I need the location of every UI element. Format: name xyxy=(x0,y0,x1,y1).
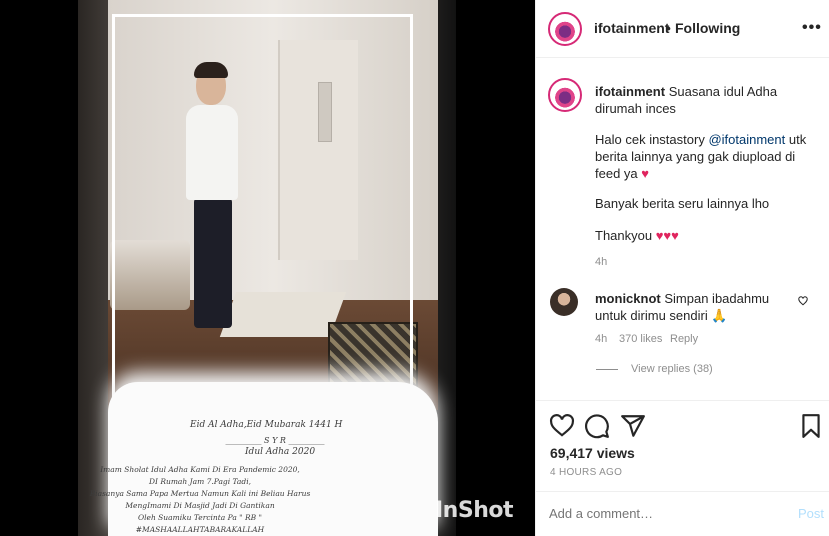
card-message-line: Imam Sholat Idul Adha Kami Di Era Pandem… xyxy=(100,465,300,474)
post-media[interactable]: Eid Al Adha,Eid Mubarak 1441 H _________… xyxy=(0,0,535,536)
card-message-line: Biasanya Sama Papa Mertua Namun Kali ini… xyxy=(89,489,311,498)
comment-username[interactable]: monicknot xyxy=(595,291,661,306)
pray-emoji-icon: 🙏 xyxy=(711,308,728,323)
heart-emoji-icon: ♥♥♥ xyxy=(655,228,679,243)
card-message-line: Oleh Suamiku Tercinta Pa " RB " xyxy=(137,513,263,522)
action-bar: 69,417 views 4 HOURS AGO Post xyxy=(536,400,829,536)
inshot-watermark: InShot xyxy=(435,498,514,523)
post-header: ifotainment • Following ••• xyxy=(536,0,829,58)
caption-text: Thankyou xyxy=(595,228,656,243)
add-comment-bar: Post xyxy=(536,491,829,536)
comment-text: untuk dirimu sendiri xyxy=(595,308,712,323)
caption-para-1: ifotainment Suasana idul Adha dirumah in… xyxy=(595,83,820,117)
view-replies-button[interactable]: View replies (38) xyxy=(631,363,713,375)
card-message-line: #MASHAALLAHTABARAKALLAH xyxy=(135,525,265,534)
caption-text: utk xyxy=(785,132,807,147)
avatar[interactable] xyxy=(548,12,582,46)
following-button[interactable]: Following xyxy=(675,20,740,36)
post-comment-button[interactable]: Post xyxy=(798,506,824,521)
greeting-card-frame xyxy=(112,14,413,418)
add-comment-input[interactable] xyxy=(549,506,769,521)
card-message-line: DI Rumah Jam 7.Pagi Tadi, xyxy=(148,477,251,486)
view-replies-line xyxy=(596,369,618,370)
mention-link[interactable]: @ifotainment xyxy=(708,132,785,147)
card-greeting: Eid Al Adha,Eid Mubarak 1441 H xyxy=(190,420,343,430)
comment-time[interactable]: 4h xyxy=(595,333,607,345)
caption-avatar[interactable] xyxy=(548,78,582,112)
header-separator: • xyxy=(666,20,671,36)
comment-reply-button[interactable]: Reply xyxy=(670,333,698,345)
caption-text: dirumah inces xyxy=(595,101,676,116)
caption-text: Suasana idul Adha xyxy=(668,84,778,99)
more-options-icon[interactable]: ••• xyxy=(802,19,822,37)
post-timestamp[interactable]: 4 HOURS AGO xyxy=(550,467,622,478)
heart-emoji-icon: ♥ xyxy=(641,166,649,181)
caption-text: berita lainnya yang gak diupload di xyxy=(595,149,796,164)
card-date: Idul Adha 2020 xyxy=(245,447,316,457)
caption-para-3: Banyak berita seru lainnya lho xyxy=(595,196,770,211)
header-username[interactable]: ifotainment xyxy=(594,20,669,36)
caption-username[interactable]: ifotainment xyxy=(595,84,665,99)
avatar-logo xyxy=(552,82,578,108)
card-signature: _________ S Y R _________ xyxy=(225,436,325,445)
comment-likes[interactable]: 370 likes xyxy=(619,333,662,345)
views-count[interactable]: 69,417 views xyxy=(550,445,635,461)
comment-like-icon[interactable] xyxy=(798,296,808,309)
comment-text: Simpan ibadahmu xyxy=(664,291,770,306)
share-icon[interactable] xyxy=(620,413,646,439)
caption-para-2: Halo cek instastory @ifotainment utk ber… xyxy=(595,131,820,182)
post-sidebar: ifotainment • Following ••• ifotainment … xyxy=(535,0,829,536)
caption-time[interactable]: 4h xyxy=(595,256,607,268)
bookmark-icon[interactable] xyxy=(798,413,824,439)
avatar-logo xyxy=(552,16,578,42)
comment-avatar[interactable] xyxy=(550,288,578,316)
caption-text: feed ya xyxy=(595,166,642,181)
comment-icon[interactable] xyxy=(584,413,610,439)
heart-icon[interactable] xyxy=(549,413,575,439)
caption-para-4: Thankyou ♥♥♥ xyxy=(595,227,820,244)
heart-outline-icon xyxy=(798,296,808,306)
comment-text-block: monicknot Simpan ibadahmu untuk dirimu s… xyxy=(595,290,820,324)
caption-text: Halo cek instastory xyxy=(595,132,709,147)
card-message: Imam Sholat Idul Adha Kami Di Era Pandem… xyxy=(50,464,350,536)
card-message-line: MengImami Di Masjid Jadi Di Gantikan xyxy=(125,501,275,510)
